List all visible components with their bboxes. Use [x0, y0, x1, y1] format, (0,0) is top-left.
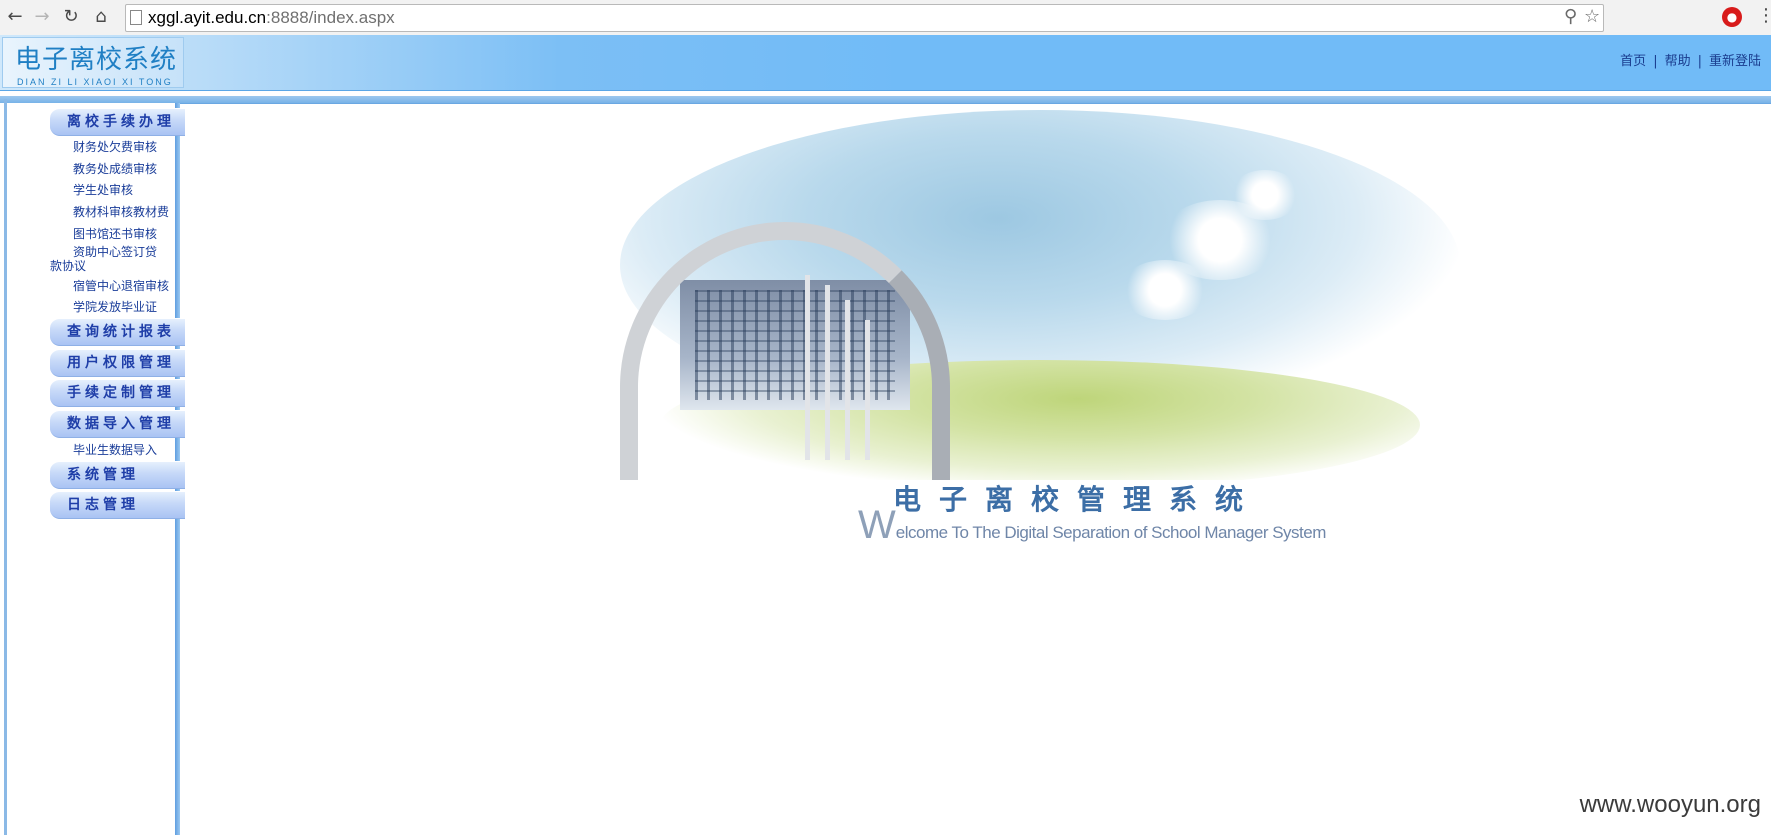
logo: 电子离校系统 DIAN ZI LI XIAOI XI TONG: [2, 37, 184, 88]
forward-arrow-icon[interactable]: →: [31, 6, 53, 28]
menu-item-library-return-review[interactable]: 图书馆还书审核: [73, 227, 157, 241]
menu-group-label: 查询统计报表: [67, 324, 175, 340]
menu-group-label: 数据导入管理: [67, 416, 175, 432]
menu-group-user-permissions[interactable]: 用户权限管理: [50, 349, 185, 377]
cloud: [1120, 260, 1210, 320]
menu-group-data-import[interactable]: 数据导入管理: [50, 410, 185, 438]
menu-item-dorm-checkout-review[interactable]: 宿管中心退宿审核: [73, 279, 169, 293]
menu-item-student-affairs-review[interactable]: 学生处审核: [73, 183, 133, 197]
banner-subtitle: Welcome To The Digital Separation of Sch…: [858, 505, 1326, 545]
menu-group-label: 日志管理: [67, 497, 139, 513]
reload-icon[interactable]: ↻: [60, 6, 82, 28]
extension-icon[interactable]: ●: [1722, 7, 1742, 27]
subtitle-text: elcome To The Digital Separation of Scho…: [895, 523, 1327, 542]
logo-subtitle: DIAN ZI LI XIAOI XI TONG: [17, 77, 173, 87]
menu-item-textbook-fee-review[interactable]: 教材科审核教材费: [73, 205, 169, 219]
arch-pillar: [845, 300, 850, 460]
help-link[interactable]: 帮助: [1665, 54, 1691, 69]
cloud: [1230, 170, 1300, 220]
arch-pillar: [805, 275, 810, 460]
header-band: [0, 96, 1771, 103]
content-border: [180, 103, 1771, 104]
menu-group-label: 手续定制管理: [67, 385, 175, 401]
arch-pillar: [865, 320, 870, 460]
watermark: www.wooyun.org: [1579, 791, 1761, 818]
back-arrow-icon[interactable]: ←: [4, 6, 26, 28]
bookmark-star-icon[interactable]: ☆: [1584, 7, 1600, 27]
address-bar[interactable]: xggl.ayit.edu.cn:8888/index.aspx ⚲ ☆: [125, 4, 1604, 32]
url-host: xggl.ayit.edu.cn: [148, 8, 267, 27]
menu-item-diploma-issue[interactable]: 学院发放毕业证: [73, 300, 157, 314]
relogin-link[interactable]: 重新登陆: [1709, 54, 1761, 69]
menu-group-log-management[interactable]: 日志管理: [50, 491, 185, 519]
zoom-icon[interactable]: ⚲: [1564, 7, 1577, 27]
menu-icon[interactable]: ⋮: [1757, 5, 1771, 26]
menu-group-label: 离校手续办理: [67, 114, 175, 130]
page-icon: [130, 10, 142, 25]
menu-group-system-management[interactable]: 系统管理: [50, 461, 185, 489]
app-header: 电子离校系统 DIAN ZI LI XIAOI XI TONG 首页 | 帮助 | 重新…: [0, 35, 1771, 91]
menu-item-graduate-data-import[interactable]: 毕业生数据导入: [73, 443, 157, 457]
menu-item-academic-review[interactable]: 教务处成绩审核: [73, 162, 157, 176]
menu-group-departure-procedures[interactable]: 离校手续办理: [50, 108, 185, 136]
menu-group-query-reports[interactable]: 查询统计报表: [50, 318, 185, 346]
arch-pillar: [825, 285, 830, 460]
menu-item-loan-agreement[interactable]: 资助中心签订贷款协议: [50, 245, 160, 273]
url-path: :8888/index.aspx: [266, 8, 395, 27]
browser-toolbar: ← → ↻ ⌂ xggl.ayit.edu.cn:8888/index.aspx…: [0, 0, 1771, 36]
welcome-banner-image: [600, 110, 1480, 480]
separator: |: [1653, 54, 1658, 69]
top-nav: 首页 | 帮助 | 重新登陆: [1620, 54, 1761, 70]
logo-title: 电子离校系统: [15, 45, 178, 75]
menu-group-label: 系统管理: [67, 467, 139, 483]
menu-group-procedure-customization[interactable]: 手续定制管理: [50, 379, 185, 407]
home-icon[interactable]: ⌂: [90, 6, 112, 28]
home-link[interactable]: 首页: [1620, 54, 1646, 69]
menu-group-label: 用户权限管理: [67, 355, 175, 371]
url-text[interactable]: xggl.ayit.edu.cn:8888/index.aspx: [148, 8, 395, 28]
subtitle-initial: W: [858, 503, 896, 547]
menu-item-finance-review[interactable]: 财务处欠费审核: [73, 140, 157, 154]
separator: |: [1697, 54, 1702, 69]
